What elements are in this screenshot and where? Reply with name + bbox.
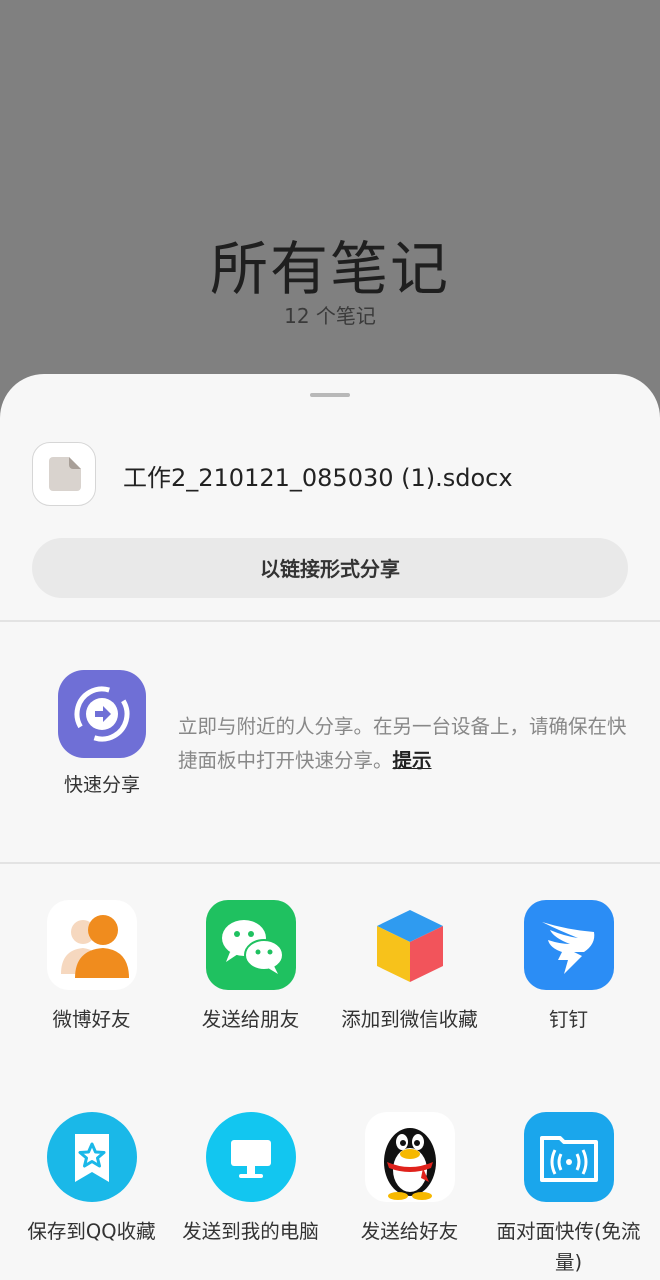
app-send-to-my-computer[interactable]: 发送到我的电脑 [168,1112,333,1247]
app-label: 微博好友 [52,1008,131,1031]
app-label: 钉钉 [548,1008,588,1031]
quick-share-label: 快速分享 [63,774,140,796]
quick-share-hint-link[interactable]: 提示 [393,749,432,772]
document-icon [32,442,96,506]
app-label: 面对面快传(免流量) [496,1220,641,1274]
app-label: 发送到我的电脑 [182,1220,319,1243]
app-face-to-face-transfer[interactable]: 面对面快传(免流量) [486,1112,651,1278]
face-to-face-transfer-icon [523,1112,614,1202]
app-label: 发送给朋友 [201,1008,300,1031]
quick-share-description: 立即与附近的人分享。在另一台设备上，请确保在快捷面板中打开快速分享。提示 [178,710,638,778]
qq-penguin-icon [364,1112,455,1202]
app-wechat-send-friend[interactable]: 发送给朋友 [168,900,333,1035]
wechat-icon [205,900,296,990]
page-title: 所有笔记 [209,235,450,303]
divider [0,620,660,622]
drag-handle[interactable] [310,393,350,397]
dingtalk-icon [523,900,614,990]
app-label: 发送给好友 [360,1220,459,1243]
app-label: 保存到QQ收藏 [27,1220,156,1243]
divider [0,862,660,864]
app-wechat-favorites[interactable]: 添加到微信收藏 [327,900,492,1035]
qq-favorites-icon [46,1112,137,1202]
app-dingtalk[interactable]: 钉钉 [486,900,651,1035]
quick-share-icon[interactable] [58,670,146,758]
app-qq-send-friend[interactable]: 发送给好友 [327,1112,492,1247]
app-qq-favorites[interactable]: 保存到QQ收藏 [9,1112,174,1247]
file-name: 工作2_210121_085030 (1).sdocx [123,464,513,492]
weibo-friend-icon [46,900,137,990]
my-computer-icon [205,1112,296,1202]
share-as-link-button[interactable]: 以链接形式分享 [32,538,628,598]
share-sheet: 工作2_210121_085030 (1).sdocx 以链接形式分享 快速分享… [0,374,660,1280]
app-label: 添加到微信收藏 [341,1008,478,1031]
note-count: 12 个笔记 [284,304,376,328]
app-weibo-friend[interactable]: 微博好友 [9,900,174,1035]
wechat-favorites-cube-icon [365,900,455,990]
